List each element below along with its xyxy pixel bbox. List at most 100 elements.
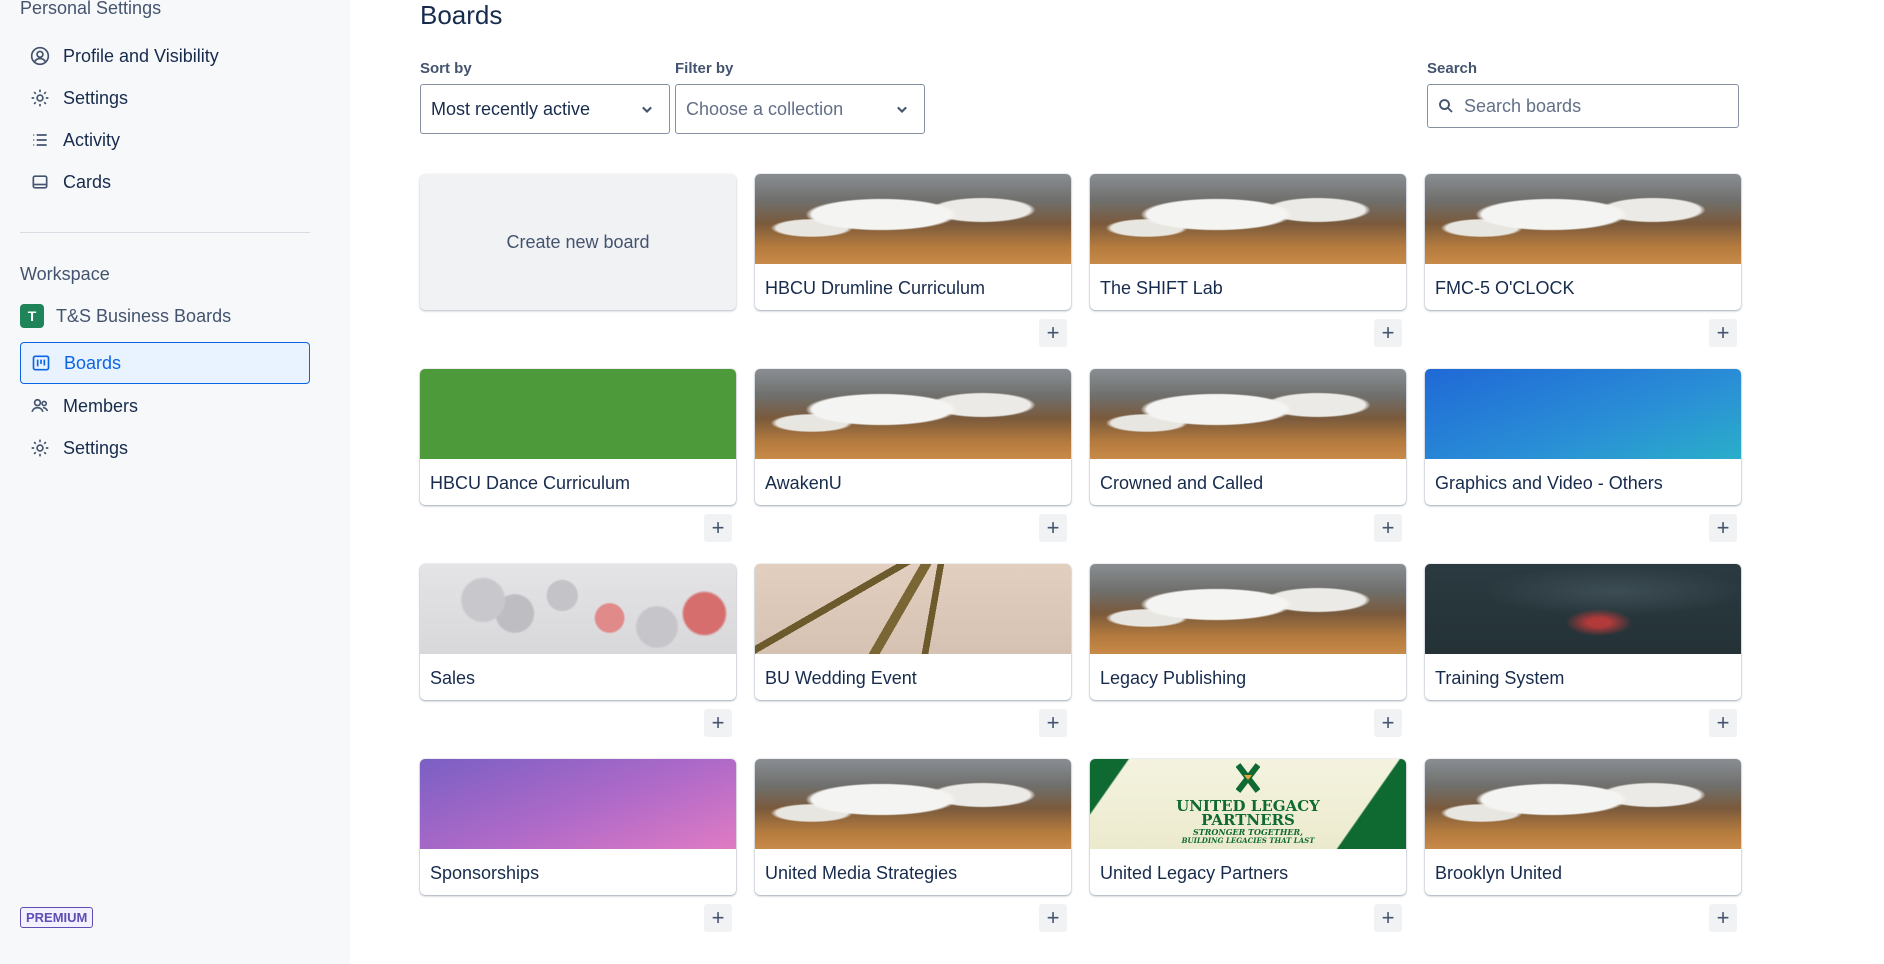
board-cover xyxy=(755,564,1071,654)
add-to-collection-button[interactable]: + xyxy=(1039,514,1067,542)
board-tile[interactable]: Training System xyxy=(1425,564,1741,700)
board-tile[interactable]: FMC-5 O'CLOCK xyxy=(1425,174,1741,310)
premium-badge: PREMIUM xyxy=(20,907,94,928)
board-tile[interactable]: Legacy Publishing xyxy=(1090,564,1406,700)
board-tile[interactable]: UNITED LEGACY PARTNERS STRONGER TOGETHER… xyxy=(1090,759,1406,895)
search-placeholder: Search boards xyxy=(1464,95,1582,116)
workspace-switcher[interactable]: T T&S Business Boards xyxy=(20,302,231,330)
ulp-logo-icon xyxy=(1236,763,1260,793)
board-name: Legacy Publishing xyxy=(1100,668,1247,688)
app-root: Personal Settings Profile and Visibility… xyxy=(0,0,1884,964)
workspace-name: T&S Business Boards xyxy=(56,305,232,326)
sidebar-item-settings[interactable]: Settings xyxy=(20,77,310,119)
board-tile[interactable]: Sponsorships xyxy=(420,759,736,895)
sort-label: Sort by xyxy=(420,60,472,77)
sidebar-item-label: Cards xyxy=(63,171,112,192)
chevron-down-icon xyxy=(897,106,907,113)
sidebar-item-label: Boards xyxy=(64,352,122,373)
sort-value: Most recently active xyxy=(431,98,591,119)
board-cover xyxy=(755,369,1071,459)
board-tile[interactable]: Brooklyn United xyxy=(1425,759,1741,895)
board-tile[interactable]: Graphics and Video - Others xyxy=(1425,369,1741,505)
board-name: Crowned and Called xyxy=(1100,473,1264,493)
sort-select[interactable]: Most recently active xyxy=(420,84,670,134)
board-tile[interactable]: Crowned and Called xyxy=(1090,369,1406,505)
board-name: Sponsorships xyxy=(430,863,540,883)
activity-list-icon xyxy=(29,129,51,151)
add-to-collection-button[interactable]: + xyxy=(1039,319,1067,347)
members-icon xyxy=(29,395,51,417)
board-cover xyxy=(420,759,736,849)
board-cover xyxy=(1090,174,1406,264)
sidebar-item-label: Activity xyxy=(63,129,121,150)
board-cover xyxy=(1425,759,1741,849)
create-board-tile[interactable]: Create new board xyxy=(420,174,736,310)
board-tile[interactable]: Sales xyxy=(420,564,736,700)
board-name: HBCU Dance Curriculum xyxy=(430,473,631,493)
sidebar-divider xyxy=(20,232,310,233)
board-cover xyxy=(420,369,736,459)
add-to-collection-button[interactable]: + xyxy=(1709,709,1737,737)
chevron-down-icon xyxy=(642,106,652,113)
board-cover xyxy=(420,564,736,654)
add-to-collection-button[interactable]: + xyxy=(1374,709,1402,737)
search-icon xyxy=(1439,99,1453,113)
board-tile[interactable]: AwakenU xyxy=(755,369,1071,505)
sidebar-item-members[interactable]: Members xyxy=(20,385,310,427)
sidebar-item-workspace-settings[interactable]: Settings xyxy=(20,427,310,469)
add-to-collection-button[interactable]: + xyxy=(1374,514,1402,542)
sidebar-item-profile-visibility[interactable]: Profile and Visibility xyxy=(20,35,310,77)
profile-icon xyxy=(29,45,51,67)
personal-settings-heading: Personal Settings xyxy=(20,0,162,18)
add-to-collection-button[interactable]: + xyxy=(1709,514,1737,542)
board-tile[interactable]: United Media Strategies xyxy=(755,759,1071,895)
board-name: Brooklyn United xyxy=(1435,863,1563,883)
board-tile[interactable]: BU Wedding Event xyxy=(755,564,1071,700)
board-tile[interactable]: HBCU Dance Curriculum xyxy=(420,369,736,505)
add-to-collection-button[interactable]: + xyxy=(1709,319,1737,347)
card-icon xyxy=(29,171,51,193)
board-cover xyxy=(1425,369,1741,459)
board-name: United Media Strategies xyxy=(765,863,958,883)
gear-icon xyxy=(29,437,51,459)
add-to-collection-button[interactable]: + xyxy=(1709,904,1737,932)
board-name: HBCU Drumline Curriculum xyxy=(765,278,986,298)
sidebar-item-label: Settings xyxy=(63,87,129,108)
sidebar-item-label: Settings xyxy=(63,437,129,458)
add-to-collection-button[interactable]: + xyxy=(704,709,732,737)
board-cover: UNITED LEGACY PARTNERS STRONGER TOGETHER… xyxy=(1090,759,1406,849)
add-to-collection-button[interactable]: + xyxy=(1039,904,1067,932)
board-name: Training System xyxy=(1435,668,1565,688)
board-cover xyxy=(755,174,1071,264)
sidebar-item-boards[interactable]: Boards xyxy=(20,342,310,384)
add-to-collection-button[interactable]: + xyxy=(704,514,732,542)
search-input[interactable]: Search boards xyxy=(1427,84,1739,128)
add-to-collection-button[interactable]: + xyxy=(1039,709,1067,737)
board-cover xyxy=(1090,564,1406,654)
filter-select[interactable]: Choose a collection xyxy=(675,84,925,134)
board-tile[interactable]: HBCU Drumline Curriculum xyxy=(755,174,1071,310)
board-cover xyxy=(1090,369,1406,459)
board-tile[interactable]: The SHIFT Lab xyxy=(1090,174,1406,310)
board-cover xyxy=(755,759,1071,849)
sidebar: Personal Settings Profile and Visibility… xyxy=(0,0,350,964)
workspace-heading: Workspace xyxy=(20,264,110,284)
add-to-collection-button[interactable]: + xyxy=(1374,319,1402,347)
board-name: FMC-5 O'CLOCK xyxy=(1435,278,1575,298)
ulp-line-4: BUILDING LEGACIES THAT LAST xyxy=(1181,836,1315,845)
sidebar-item-activity[interactable]: Activity xyxy=(20,119,310,161)
gear-icon xyxy=(29,87,51,109)
add-to-collection-button[interactable]: + xyxy=(1374,904,1402,932)
add-to-collection-button[interactable]: + xyxy=(704,904,732,932)
sidebar-item-cards[interactable]: Cards xyxy=(20,161,310,203)
filter-placeholder: Choose a collection xyxy=(686,98,844,119)
boards-icon xyxy=(30,352,52,374)
board-name: The SHIFT Lab xyxy=(1100,278,1223,298)
board-name: Sales xyxy=(430,668,476,688)
page-title: Boards xyxy=(420,0,503,30)
board-name: BU Wedding Event xyxy=(765,668,917,688)
search-label: Search xyxy=(1427,60,1478,77)
board-name: Graphics and Video - Others xyxy=(1435,473,1663,493)
board-cover xyxy=(1425,174,1741,264)
sidebar-item-label: Members xyxy=(63,395,139,416)
